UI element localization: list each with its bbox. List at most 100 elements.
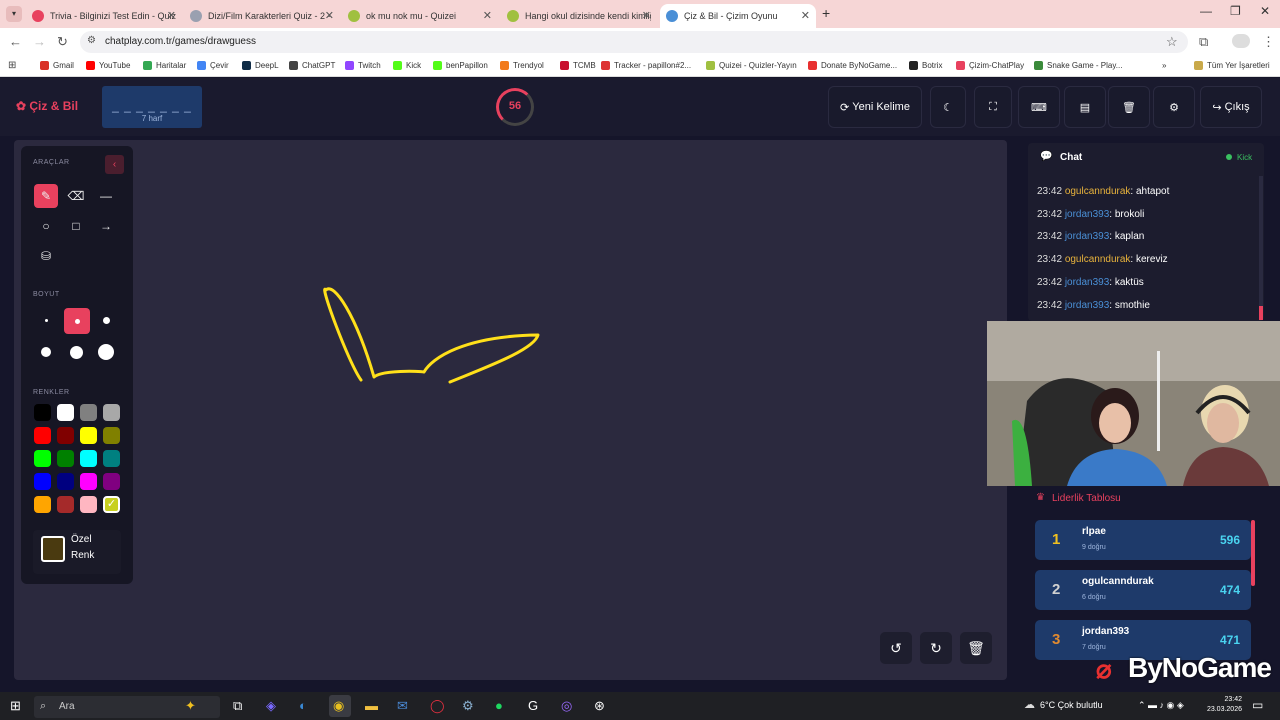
bookmark-item[interactable]: Çizim-ChatPlay xyxy=(956,61,1024,70)
bookmark-item[interactable]: Botrix xyxy=(909,61,942,70)
keyboard-button[interactable]: ⌨ xyxy=(1018,86,1060,128)
back-arrow-icon[interactable]: ← xyxy=(9,34,22,49)
tab-list-button[interactable]: ▾ xyxy=(6,6,22,22)
browser-tab[interactable]: Çiz & Bil - Çizim Oyunu ✕ xyxy=(660,4,816,28)
delete-button[interactable]: 🗑 xyxy=(1108,86,1150,128)
chat-username[interactable]: jordan393 xyxy=(1065,277,1109,288)
bookmark-item[interactable]: Gmail xyxy=(40,61,74,70)
bookmark-item[interactable]: YouTube xyxy=(86,61,130,70)
color-swatch[interactable] xyxy=(80,427,97,444)
new-tab-button[interactable]: + xyxy=(822,5,830,21)
arrow-tool[interactable]: → xyxy=(94,214,118,238)
color-swatch[interactable] xyxy=(34,473,51,490)
chat-scrollbar-thumb[interactable] xyxy=(1259,306,1263,320)
size-4[interactable] xyxy=(34,340,58,364)
color-swatch[interactable] xyxy=(57,450,74,467)
bookmark-item[interactable]: Kick xyxy=(393,61,421,70)
tab-close-icon[interactable]: ✕ xyxy=(325,9,334,22)
browser-tab[interactable]: Hangi okul dizisinde kendi kimliğ ✕ xyxy=(501,4,657,28)
dark-mode-button[interactable]: ☾ xyxy=(930,86,966,128)
bookmark-item[interactable]: Haritalar xyxy=(143,61,186,70)
size-5[interactable] xyxy=(64,340,88,364)
tab-close-icon[interactable]: ✕ xyxy=(483,9,492,22)
eraser-tool[interactable]: ⌫ xyxy=(64,184,88,208)
minimize-button[interactable]: — xyxy=(1200,4,1212,18)
notification-icon[interactable]: ▭ xyxy=(1252,698,1263,712)
color-swatch[interactable] xyxy=(80,496,97,513)
restore-button[interactable]: ❐ xyxy=(1230,4,1241,18)
fill-tool[interactable]: ⛁ xyxy=(34,244,58,268)
custom-color-swatch[interactable] xyxy=(41,536,65,562)
circle-tool[interactable]: ○ xyxy=(34,214,58,238)
exit-button[interactable]: ↪ Çıkış xyxy=(1200,86,1262,128)
browser-tab[interactable]: Trivia - Bilginizi Test Edin - Quiz ✕ xyxy=(26,4,182,28)
redo-button[interactable]: ↻ xyxy=(920,632,952,664)
app-circle-icon[interactable]: ◎ xyxy=(561,698,572,714)
bookmark-star-icon[interactable]: ☆ xyxy=(1166,34,1178,50)
site-info-icon[interactable]: ⚙ xyxy=(87,35,96,46)
opera-icon[interactable]: ◯ xyxy=(430,698,445,714)
url-text[interactable]: chatplay.com.tr/games/drawguess xyxy=(105,36,256,47)
chat-username[interactable]: jordan393 xyxy=(1065,231,1109,242)
app-g-icon[interactable]: G xyxy=(528,698,538,713)
size-6[interactable] xyxy=(94,340,118,364)
bookmark-item[interactable]: Donate ByNoGame... xyxy=(808,61,897,70)
chat-username[interactable]: jordan393 xyxy=(1065,300,1109,311)
color-swatch[interactable] xyxy=(57,473,74,490)
obs-icon[interactable]: ⊛ xyxy=(594,698,605,714)
clear-canvas-button[interactable]: 🗑 xyxy=(960,632,992,664)
color-swatch[interactable] xyxy=(57,404,74,421)
bookmark-item[interactable]: Quizei - Quizler-Yayın xyxy=(706,61,797,70)
color-swatch[interactable] xyxy=(34,496,51,513)
chat-username[interactable]: ogulcanndurak xyxy=(1065,186,1131,197)
color-swatch[interactable] xyxy=(103,473,120,490)
collapse-panel-button[interactable]: ‹ xyxy=(105,155,124,174)
spotify-icon[interactable]: ● xyxy=(495,698,503,713)
bookmark-item[interactable]: DeepL xyxy=(242,61,279,70)
color-swatch[interactable] xyxy=(80,450,97,467)
bookmark-item[interactable]: benPapillon xyxy=(433,61,488,70)
bookmark-item[interactable]: TCMB xyxy=(560,61,596,70)
bookmark-item[interactable]: Çevir xyxy=(197,61,229,70)
file-explorer-icon[interactable]: ▬ xyxy=(365,698,378,713)
color-swatch[interactable] xyxy=(57,496,74,513)
color-swatch[interactable] xyxy=(34,427,51,444)
color-swatch[interactable]: ✓ xyxy=(103,496,120,513)
fullscreen-button[interactable]: ⛶ xyxy=(974,86,1012,128)
browser-tab[interactable]: Dizi/Film Karakterleri Quiz - 2 - ✕ xyxy=(184,4,340,28)
chat-username[interactable]: ogulcanndurak xyxy=(1065,254,1131,265)
close-window-button[interactable]: ✕ xyxy=(1260,4,1270,18)
color-swatch[interactable] xyxy=(57,427,74,444)
edge-icon[interactable]: ◐ xyxy=(299,698,307,713)
leaderboard-scrollbar[interactable] xyxy=(1251,520,1255,586)
copilot-icon[interactable]: ◈ xyxy=(266,698,276,714)
extensions-icon[interactable]: ⧉ xyxy=(1199,34,1208,50)
more-bookmarks-icon[interactable]: » xyxy=(1162,61,1166,70)
new-word-button[interactable]: ⟳ Yeni Kelime xyxy=(828,86,922,128)
settings-button[interactable]: ⚙ xyxy=(1153,86,1195,128)
mail-icon[interactable]: ✉ xyxy=(397,698,408,714)
color-swatch[interactable] xyxy=(34,450,51,467)
pen-tool[interactable]: ✎ xyxy=(34,184,58,208)
archive-button[interactable]: ▤ xyxy=(1064,86,1106,128)
steam-icon[interactable]: ⚙ xyxy=(462,698,474,714)
chat-scrollbar[interactable] xyxy=(1259,176,1263,320)
forward-arrow-icon[interactable]: → xyxy=(33,34,46,49)
bookmark-item[interactable]: Twitch xyxy=(345,61,381,70)
color-swatch[interactable] xyxy=(34,404,51,421)
size-2[interactable] xyxy=(64,308,90,334)
chat-username[interactable]: jordan393 xyxy=(1065,209,1109,220)
bookmark-item[interactable]: Trendyol xyxy=(500,61,544,70)
apps-grid-icon[interactable]: ⊞ xyxy=(8,60,16,71)
bookmark-item[interactable]: ChatGPT xyxy=(289,61,335,70)
profile-icon[interactable] xyxy=(1232,34,1250,48)
size-1[interactable] xyxy=(34,308,58,332)
color-swatch[interactable] xyxy=(103,427,120,444)
undo-button[interactable]: ↺ xyxy=(880,632,912,664)
tab-close-icon[interactable]: ✕ xyxy=(642,9,651,22)
task-view-icon[interactable]: ⧉ xyxy=(233,698,242,714)
size-3[interactable] xyxy=(94,308,118,332)
bookmark-item[interactable]: Tracker - papillon#2... xyxy=(601,61,691,70)
clock[interactable]: 23:42 23.03.2026 xyxy=(1204,695,1242,715)
color-swatch[interactable] xyxy=(103,450,120,467)
